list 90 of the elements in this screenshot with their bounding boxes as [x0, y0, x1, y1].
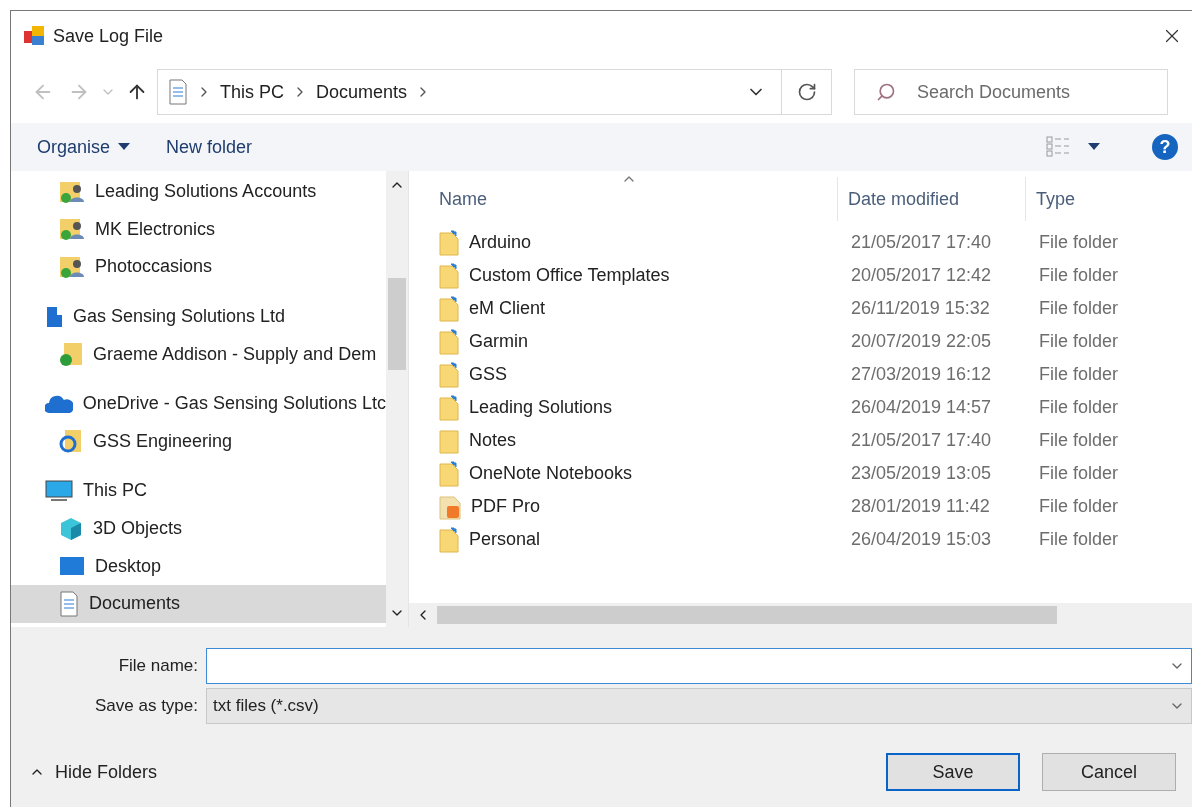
- file-type: File folder: [1038, 397, 1120, 418]
- folder-icon: [439, 427, 459, 454]
- tree-item[interactable]: Graeme Addison - Supply and Dem: [11, 335, 386, 373]
- date-modified: 23/05/2019 13:05: [850, 463, 993, 484]
- document-icon: [168, 79, 188, 105]
- file-name-label: File name:: [117, 656, 199, 676]
- folder-icon: [439, 229, 459, 256]
- date-modified: 21/05/2017 17:40: [850, 232, 993, 253]
- help-button[interactable]: ?: [1152, 134, 1178, 160]
- breadcrumb[interactable]: This PC: [220, 81, 284, 103]
- column-header[interactable]: Type: [1025, 177, 1192, 221]
- desktop-icon: [59, 555, 85, 578]
- save-button[interactable]: Save: [886, 753, 1020, 791]
- search-icon: [876, 82, 896, 102]
- column-header[interactable]: Name: [429, 177, 837, 221]
- file-name[interactable]: Notes: [469, 430, 517, 451]
- file-type: File folder: [1038, 265, 1120, 286]
- folder-icon: [439, 295, 459, 322]
- tree-item[interactable]: OneDrive - Gas Sensing Solutions Ltc: [11, 384, 386, 423]
- date-modified: 27/03/2019 16:12: [850, 364, 993, 385]
- date-modified: 26/11/2019 15:32: [850, 298, 991, 319]
- file-name[interactable]: Leading Solutions: [469, 397, 613, 418]
- file-name-field[interactable]: [206, 648, 1192, 684]
- computer-icon: [45, 478, 73, 503]
- search-field[interactable]: Search Documents: [854, 69, 1168, 115]
- pdf-folder-icon: [439, 493, 461, 520]
- tree-item[interactable]: Photoccasions: [11, 248, 386, 286]
- vertical-scrollbar[interactable]: [386, 171, 408, 627]
- file-name[interactable]: eM Client: [469, 298, 546, 319]
- save-type-label: Save as type:: [94, 696, 199, 716]
- file-type: File folder: [1038, 529, 1120, 550]
- file-type: File folder: [1038, 430, 1120, 451]
- folder-icon: [439, 328, 459, 355]
- date-modified: 20/07/2019 22:05: [850, 331, 993, 352]
- folder-icon: [439, 394, 459, 421]
- sync-folder-icon: [59, 428, 83, 455]
- cancel-button[interactable]: Cancel: [1042, 753, 1176, 791]
- details-view-icon: [1046, 136, 1070, 158]
- date-modified: 20/05/2017 12:42: [850, 265, 993, 286]
- folder-icon: [439, 460, 459, 487]
- folder-icon: [439, 361, 459, 388]
- shared-folder-icon: [59, 179, 85, 204]
- tree-item[interactable]: 3D Objects: [11, 509, 386, 548]
- date-modified: 21/05/2017 17:40: [850, 430, 993, 451]
- app-icon: [23, 25, 45, 47]
- shared-folder-icon: [59, 217, 85, 242]
- tree-item[interactable]: Desktop: [11, 547, 386, 585]
- folder-icon: [439, 526, 459, 553]
- tree-item[interactable]: Leading Solutions Accounts: [11, 173, 386, 211]
- date-modified: 26/04/2019 14:57: [850, 397, 993, 418]
- scrollbar-thumb[interactable]: [437, 606, 1057, 624]
- file-name[interactable]: GSS: [469, 364, 507, 385]
- file-name[interactable]: Custom Office Templates: [469, 265, 670, 286]
- file-type: File folder: [1038, 496, 1120, 517]
- hide-folders-button[interactable]: Hide Folders: [29, 761, 158, 783]
- shared-folder-icon: [59, 255, 85, 279]
- file-type: File folder: [1038, 298, 1120, 319]
- file-name[interactable]: Personal: [469, 529, 541, 550]
- horizontal-scrollbar[interactable]: [409, 603, 1192, 627]
- file-name[interactable]: Garmin: [469, 331, 528, 352]
- new-folder-button[interactable]: New folder: [166, 136, 253, 158]
- window-title: Save Log File: [53, 25, 165, 47]
- caret-icon: [1088, 143, 1100, 151]
- save-type-dropdown[interactable]: txt files (*.csv): [206, 688, 1192, 724]
- cube-icon: [59, 516, 83, 541]
- tree-item[interactable]: Gas Sensing Solutions Ltd: [11, 297, 386, 336]
- address-bar[interactable]: This PC Documents: [157, 69, 832, 115]
- file-name[interactable]: OneNote Notebooks: [469, 463, 633, 484]
- view-options-button[interactable]: [1046, 136, 1100, 158]
- breadcrumb[interactable]: Documents: [316, 81, 408, 103]
- file-name[interactable]: Arduino: [469, 232, 532, 253]
- file-type: File folder: [1038, 232, 1120, 253]
- date-modified: 28/01/2019 11:42: [850, 496, 991, 517]
- date-modified: 26/04/2019 15:03: [850, 529, 993, 550]
- organise-menu[interactable]: Organise: [37, 136, 131, 158]
- folder-icon: [439, 262, 459, 289]
- document-icon: [59, 590, 79, 617]
- file-type: File folder: [1038, 463, 1120, 484]
- tree-item[interactable]: GSS Engineering: [11, 422, 386, 461]
- column-header[interactable]: Date modified: [837, 177, 1025, 221]
- synced-folder-icon: [59, 341, 83, 368]
- scrollbar-thumb[interactable]: [388, 278, 406, 370]
- tree-item[interactable]: Documents: [11, 584, 386, 623]
- caret-icon: [118, 143, 131, 151]
- file-type: File folder: [1038, 331, 1120, 352]
- tree-item[interactable]: MK Electronics: [11, 210, 386, 249]
- building-icon: [45, 304, 63, 329]
- file-name[interactable]: PDF Pro: [471, 496, 540, 517]
- tree-item[interactable]: This PC: [11, 472, 386, 510]
- file-type: File folder: [1038, 364, 1120, 385]
